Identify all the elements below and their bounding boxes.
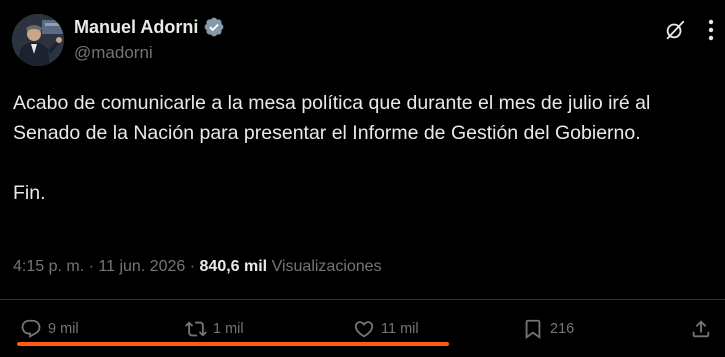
bookmark-icon (525, 319, 541, 340)
avatar-photo-icon (12, 14, 64, 66)
tweet-paragraph: Acabo de comunicarle a la mesa política … (13, 92, 651, 144)
tweet-time[interactable]: 4:15 p. m. (13, 258, 84, 275)
bookmark-count: 216 (550, 321, 575, 337)
heart-icon (354, 321, 374, 338)
reply-button[interactable]: 9 mil (20, 312, 79, 346)
views-count: 840,6 mil (199, 258, 268, 275)
retweet-button[interactable]: 1 mil (185, 312, 244, 346)
like-count: 11 mil (381, 321, 419, 337)
divider (0, 299, 725, 300)
meta-separator: · (88, 258, 94, 275)
highlight-underline (17, 342, 449, 346)
action-bar: 9 mil 1 mil 11 mil 216 (0, 312, 725, 346)
reply-count: 9 mil (48, 321, 79, 337)
more-vertical-icon (708, 19, 714, 41)
tweet-text: Acabo de comunicarle a la mesa política … (13, 88, 713, 208)
retweet-count: 1 mil (213, 321, 244, 337)
views-label: Visualizaciones (271, 258, 382, 275)
meta-separator: · (189, 258, 196, 275)
retweet-icon (185, 321, 207, 337)
share-button[interactable] (690, 312, 712, 346)
tweet-paragraph: Fin. (13, 182, 46, 204)
author-name-row: Manuel Adorni (74, 15, 225, 39)
verified-badge-icon (203, 16, 225, 38)
author-handle[interactable]: @madorni (74, 43, 153, 63)
avatar[interactable] (12, 14, 64, 66)
tweet-card: Manuel Adorni @madorni Acabo de comunica… (0, 0, 725, 357)
like-button[interactable]: 11 mil (353, 312, 419, 346)
author-display-name[interactable]: Manuel Adorni (74, 17, 198, 38)
grok-button[interactable] (662, 17, 688, 43)
more-options-button[interactable] (700, 17, 722, 43)
bookmark-button[interactable]: 216 (522, 312, 574, 346)
share-icon (692, 320, 710, 338)
tweet-date[interactable]: 11 jun. 2026 (98, 258, 185, 275)
grok-slash-icon (666, 20, 685, 40)
reply-icon (21, 319, 41, 338)
tweet-meta: 4:15 p. m. · 11 jun. 2026 · 840,6 mil Vi… (13, 256, 382, 278)
